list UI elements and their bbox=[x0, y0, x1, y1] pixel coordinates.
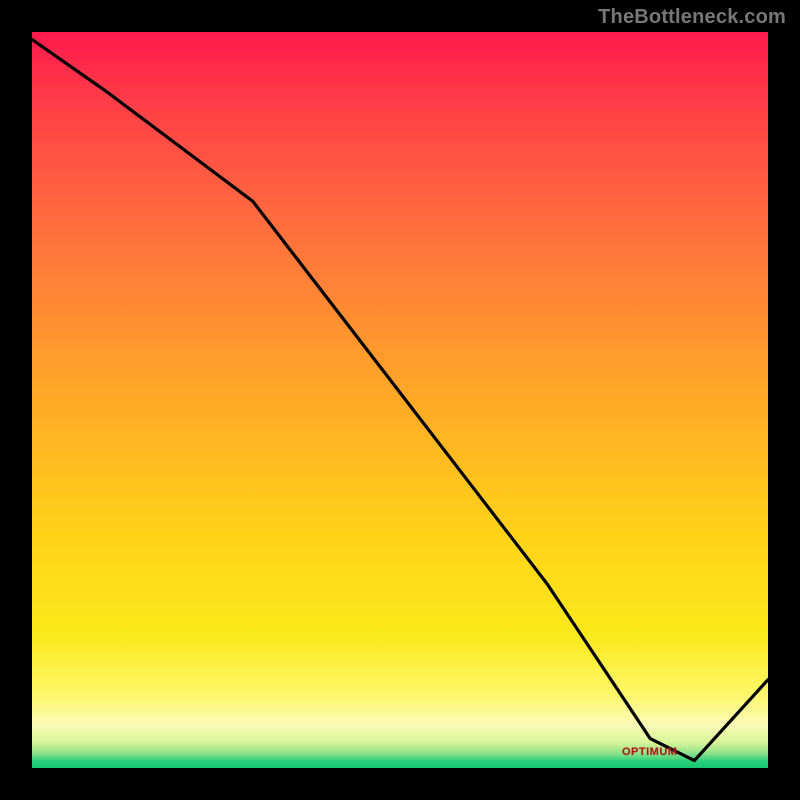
chart-frame: TheBottleneck.com OPTIMUM bbox=[0, 0, 800, 800]
optimum-marker-label: OPTIMUM bbox=[622, 746, 677, 758]
plot-area: OPTIMUM bbox=[32, 32, 768, 768]
bottleneck-curve bbox=[32, 32, 768, 768]
watermark-text: TheBottleneck.com bbox=[598, 6, 786, 29]
